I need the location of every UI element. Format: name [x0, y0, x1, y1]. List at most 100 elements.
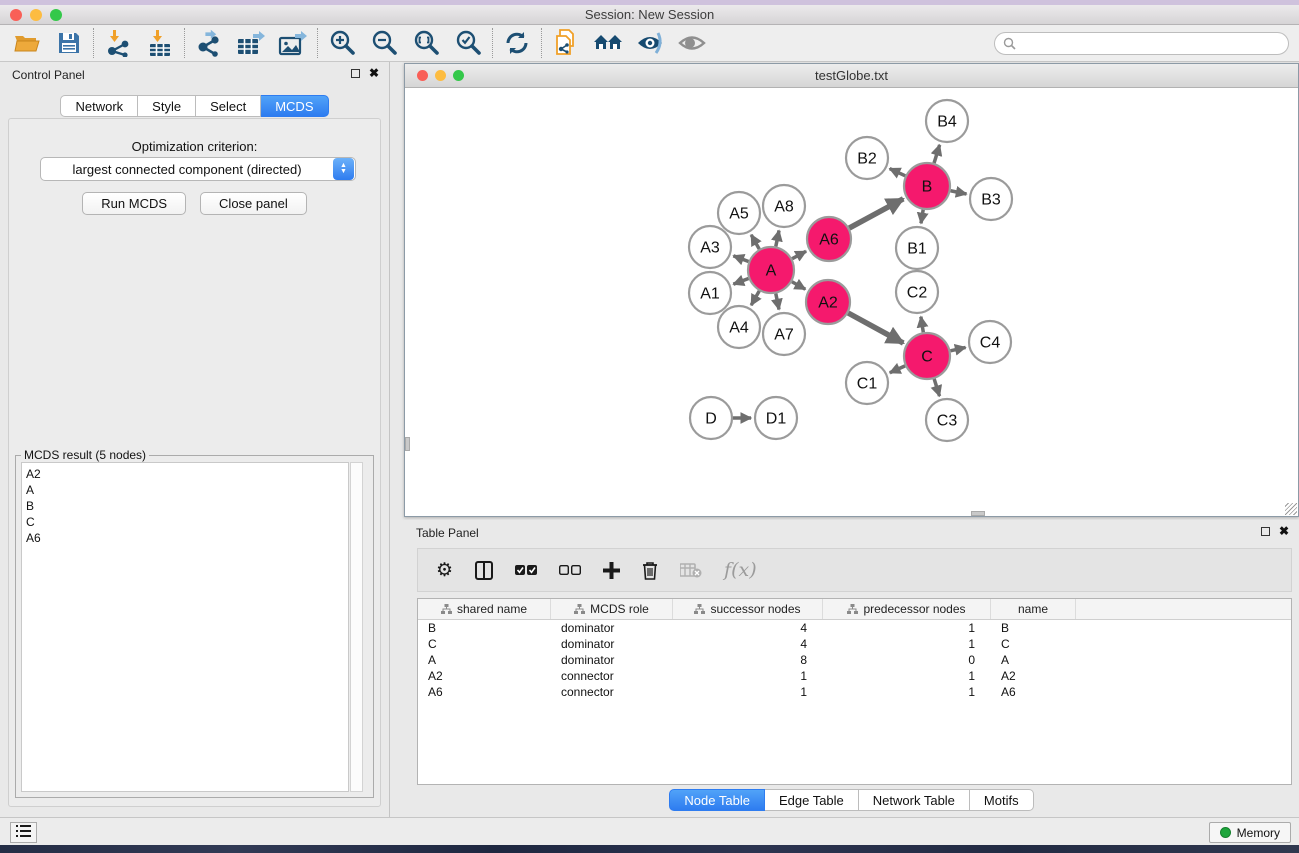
result-item[interactable]: A: [26, 482, 348, 498]
network-titlebar[interactable]: testGlobe.txt: [405, 64, 1298, 88]
function-builder-icon[interactable]: f(x): [724, 559, 757, 581]
network-canvas[interactable]: B4B2BB3A8A5A6A3B1AA1C2A2A4A7C4CC1DD1C3: [405, 89, 1298, 516]
table-cell[interactable]: 0: [823, 652, 991, 668]
table-row[interactable]: Adominator80A: [418, 652, 1291, 668]
graph-edge-C-C3[interactable]: [934, 379, 939, 396]
column-header-predecessor-nodes[interactable]: predecessor nodes: [823, 599, 991, 619]
float-panel-icon[interactable]: [351, 69, 360, 78]
table-cell[interactable]: A: [418, 652, 551, 668]
table-cell[interactable]: dominator: [551, 652, 673, 668]
table-cell[interactable]: B: [418, 620, 551, 636]
graph-edge-C-C4[interactable]: [950, 347, 965, 350]
tab-edge-table[interactable]: Edge Table: [765, 789, 859, 811]
task-history-button[interactable]: [10, 822, 37, 843]
graph-edge-C-C2[interactable]: [921, 317, 923, 333]
graph-edge-B-B1[interactable]: [921, 210, 923, 224]
table-row[interactable]: A6connector11A6: [418, 684, 1291, 700]
table-cell[interactable]: 1: [673, 684, 823, 700]
show-eye-icon[interactable]: [671, 27, 713, 59]
table-cell[interactable]: connector: [551, 684, 673, 700]
column-header-successor-nodes[interactable]: successor nodes: [673, 599, 823, 619]
tab-node-table[interactable]: Node Table: [669, 789, 765, 811]
close-panel-button[interactable]: Close panel: [200, 192, 307, 215]
table-cell[interactable]: 8: [673, 652, 823, 668]
home-network-icon[interactable]: [587, 27, 629, 59]
graph-node-C1[interactable]: C1: [846, 362, 888, 404]
table-cell[interactable]: 1: [823, 620, 991, 636]
table-cell[interactable]: 1: [673, 668, 823, 684]
hide-eye-icon[interactable]: [629, 27, 671, 59]
graph-node-C2[interactable]: C2: [896, 271, 938, 313]
graph-node-C3[interactable]: C3: [926, 399, 968, 441]
import-network-icon[interactable]: [97, 27, 139, 59]
delete-column-icon[interactable]: [642, 561, 658, 580]
table-cell[interactable]: B: [991, 620, 1076, 636]
zoom-fit-icon[interactable]: [405, 27, 447, 59]
graph-edge-B-B3[interactable]: [951, 191, 967, 194]
graph-edge-A-A4[interactable]: [751, 291, 759, 305]
graph-edge-A-A6[interactable]: [792, 251, 806, 258]
graph-edge-B-B4[interactable]: [934, 145, 940, 163]
table-cell[interactable]: 4: [673, 620, 823, 636]
table-cell[interactable]: 1: [823, 636, 991, 652]
zoom-selected-icon[interactable]: [447, 27, 489, 59]
network-vscroll-thumb[interactable]: [405, 437, 410, 451]
optimization-criterion-select[interactable]: largest connected component (directed) ▲…: [40, 157, 356, 181]
column-header-MCDS-role[interactable]: MCDS role: [551, 599, 673, 619]
result-scrollbar[interactable]: [350, 462, 363, 792]
table-cell[interactable]: A6: [991, 684, 1076, 700]
memory-button[interactable]: Memory: [1209, 822, 1291, 843]
gear-icon[interactable]: ⚙: [436, 559, 453, 582]
table-cell[interactable]: dominator: [551, 620, 673, 636]
table-cell[interactable]: C: [991, 636, 1076, 652]
result-item[interactable]: B: [26, 498, 348, 514]
close-panel-icon[interactable]: ✖: [369, 68, 379, 78]
table-cell[interactable]: 1: [823, 684, 991, 700]
table-cell[interactable]: 4: [673, 636, 823, 652]
graph-node-A8[interactable]: A8: [763, 185, 805, 227]
document-network-icon[interactable]: [545, 27, 587, 59]
graph-edge-A6-B[interactable]: [849, 199, 903, 228]
zoom-out-icon[interactable]: [363, 27, 405, 59]
table-cell[interactable]: A6: [418, 684, 551, 700]
save-icon[interactable]: [48, 27, 90, 59]
tab-network[interactable]: Network: [60, 95, 138, 117]
result-item[interactable]: A2: [26, 466, 348, 482]
graph-edge-C-C1[interactable]: [890, 366, 905, 373]
export-table-icon[interactable]: [230, 27, 272, 59]
table-row[interactable]: Bdominator41B: [418, 620, 1291, 636]
graph-node-C[interactable]: C: [904, 333, 950, 379]
graph-node-A5[interactable]: A5: [718, 192, 760, 234]
result-item[interactable]: A6: [26, 530, 348, 546]
resize-grip[interactable]: [1285, 503, 1297, 515]
tab-select[interactable]: Select: [196, 95, 261, 117]
table-row[interactable]: Cdominator41C: [418, 636, 1291, 652]
column-layout-icon[interactable]: [475, 561, 493, 580]
tab-mcds[interactable]: MCDS: [261, 95, 328, 117]
graph-node-A4[interactable]: A4: [718, 306, 760, 348]
column-header-shared-name[interactable]: shared name: [418, 599, 551, 619]
table-cell[interactable]: C: [418, 636, 551, 652]
graph-node-A7[interactable]: A7: [763, 313, 805, 355]
graph-node-A[interactable]: A: [748, 247, 794, 293]
graph-edge-B-B2[interactable]: [890, 169, 906, 176]
table-cell[interactable]: dominator: [551, 636, 673, 652]
graph-node-A3[interactable]: A3: [689, 226, 731, 268]
delete-table-icon[interactable]: [680, 563, 702, 578]
graph-node-B1[interactable]: B1: [896, 227, 938, 269]
graph-edge-A-A3[interactable]: [733, 256, 748, 262]
graph-edge-A-A2[interactable]: [792, 282, 805, 290]
graph-edge-A-A5[interactable]: [751, 235, 759, 249]
graph-edge-A2-C[interactable]: [848, 313, 903, 343]
graph-node-A2[interactable]: A2: [806, 280, 850, 324]
graph-node-B4[interactable]: B4: [926, 100, 968, 142]
graph-edge-A-A8[interactable]: [776, 230, 779, 246]
refresh-layout-icon[interactable]: [496, 27, 538, 59]
graph-edge-A-A7[interactable]: [776, 294, 779, 310]
graph-node-A1[interactable]: A1: [689, 272, 731, 314]
open-folder-icon[interactable]: [6, 27, 48, 59]
tab-motifs[interactable]: Motifs: [970, 789, 1034, 811]
result-item[interactable]: C: [26, 514, 348, 530]
table-cell[interactable]: A2: [418, 668, 551, 684]
graph-node-A6[interactable]: A6: [807, 217, 851, 261]
